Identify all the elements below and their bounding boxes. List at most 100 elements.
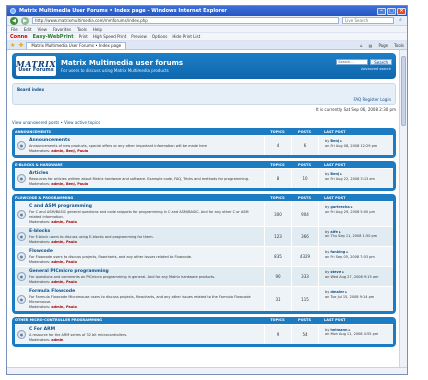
moderator-links[interactable]: admin, Paulo bbox=[51, 280, 77, 284]
forum-link[interactable]: C and ASM programming bbox=[29, 204, 262, 209]
moderator-links[interactable]: admin, Paulo bbox=[51, 260, 77, 264]
nav-links[interactable]: FAQ Register Login bbox=[353, 97, 391, 102]
maximize-button[interactable]: □ bbox=[387, 7, 396, 15]
view-links[interactable]: View unanswered posts • View active topi… bbox=[12, 120, 396, 125]
toolbar-hide-print-list[interactable]: Hide Print List bbox=[172, 34, 200, 39]
moderator-links[interactable]: admin, Paulo bbox=[51, 305, 77, 309]
forum-categories: ANNOUNCEMENTS TOPICS POSTS LAST POST ● Announ… bbox=[12, 128, 396, 348]
forum-read-icon: ● bbox=[17, 252, 26, 262]
last-post-date: Mon Aug 11, 2008 4:55 pm bbox=[330, 332, 379, 337]
last-post-author[interactable]: fanking bbox=[330, 250, 345, 254]
favorites-star-icon[interactable]: ★ bbox=[10, 42, 15, 49]
category-name[interactable]: E-BLOCKS & HARDWARE bbox=[15, 163, 264, 167]
moderator-links[interactable]: admin bbox=[51, 338, 63, 342]
posts-count: 115 bbox=[291, 287, 318, 311]
last-post-author[interactable]: alfe bbox=[330, 230, 337, 234]
last-post-author[interactable]: Benj bbox=[330, 139, 339, 143]
last-post-date: Wed Aug 27, 2008 9:15 am bbox=[330, 274, 379, 279]
posts-count: 6 bbox=[291, 136, 318, 156]
forum-header: MATRIX User Forums Matrix Multimedia use… bbox=[12, 53, 396, 79]
last-post-author[interactable]: steve bbox=[330, 270, 341, 274]
back-button[interactable]: ◀ bbox=[10, 16, 18, 25]
tools-menu[interactable]: Tools bbox=[394, 43, 407, 48]
last-post-column-header: LAST POST bbox=[324, 195, 346, 200]
last-post: by dmaler ▸ on Tue Jul 15, 2008 9:14 pm bbox=[318, 287, 393, 311]
forum-read-icon: ● bbox=[17, 294, 26, 304]
page-menu[interactable]: Page bbox=[378, 43, 391, 48]
search-icon[interactable]: ⌕ bbox=[397, 17, 404, 24]
forum-link[interactable]: Articles bbox=[29, 171, 262, 176]
category-name[interactable]: ANNOUNCEMENTS bbox=[15, 130, 264, 134]
toolbar-preview[interactable]: Preview bbox=[131, 34, 147, 39]
last-post-icon[interactable]: ▸ bbox=[339, 230, 341, 234]
last-post-author[interactable]: gartrecha bbox=[330, 205, 349, 209]
moderator-links[interactable]: admin, Benj, Paulo bbox=[51, 149, 88, 153]
forum-link[interactable]: Flowcode bbox=[29, 249, 262, 254]
toolbar-options[interactable]: Options bbox=[152, 34, 167, 39]
category-header: OTHER MICRO-CONTROLLER PROGRAMMING TOPICS… bbox=[15, 317, 393, 324]
topics-column-header: TOPICS bbox=[270, 129, 285, 134]
last-post-icon[interactable]: ▸ bbox=[345, 290, 347, 294]
last-post-date: Fri Aug 08, 2008 12:29 pm bbox=[330, 143, 378, 148]
forum-link[interactable]: General PICmicro programming bbox=[29, 269, 262, 274]
moderator-links[interactable]: admin, Paulo bbox=[51, 220, 77, 224]
menu-bar: File Edit View Favorites Tools Help bbox=[7, 26, 407, 33]
moderator-links[interactable]: admin, Paulo bbox=[51, 240, 77, 244]
posts-count: 54 bbox=[291, 324, 318, 345]
browser-search-input[interactable]: Live Search bbox=[342, 17, 394, 24]
last-post-icon[interactable]: ▸ bbox=[351, 205, 353, 209]
forum-link[interactable]: E-blocks bbox=[29, 229, 262, 234]
matrix-logo[interactable]: MATRIX User Forums bbox=[16, 56, 56, 76]
last-post-author[interactable]: heimann bbox=[330, 328, 347, 332]
category-name[interactable]: FLOWCODE & PROGRAMMING bbox=[15, 196, 264, 200]
topics-count: 31 bbox=[264, 287, 291, 311]
add-favorites-icon[interactable]: ✚ bbox=[18, 42, 23, 49]
menu-view[interactable]: View bbox=[37, 27, 47, 32]
scrollbar-thumb[interactable] bbox=[401, 56, 406, 126]
category-name[interactable]: OTHER MICRO-CONTROLLER PROGRAMMING bbox=[15, 318, 264, 322]
last-post-author[interactable]: dmaler bbox=[330, 290, 344, 294]
minimize-button[interactable]: – bbox=[377, 7, 386, 15]
forum-search-button[interactable]: Search bbox=[370, 59, 392, 65]
forum-link[interactable]: C For ARM bbox=[29, 327, 262, 332]
last-post-author[interactable]: Benj bbox=[330, 172, 339, 176]
tab-row: ★ ✚ Matrix Multimedia User Forums • Inde… bbox=[7, 41, 407, 50]
menu-edit[interactable]: Edit bbox=[24, 27, 32, 32]
last-post: by alfe ▸ on Thu Sep 11, 2008 1:50 pm bbox=[318, 226, 393, 247]
menu-file[interactable]: File bbox=[11, 27, 18, 32]
toolbar-high-speed-print[interactable]: High Speed Print bbox=[93, 34, 126, 39]
last-post-icon[interactable]: ▸ bbox=[340, 172, 342, 176]
address-bar[interactable]: http://www.matrixmultimedia.com/mmforums… bbox=[32, 17, 339, 24]
board-index-link[interactable]: Board index bbox=[17, 87, 44, 92]
forward-button[interactable]: ▶ bbox=[21, 16, 29, 25]
vertical-scrollbar[interactable] bbox=[399, 50, 407, 369]
forum-link[interactable]: Formula Flowcode bbox=[29, 289, 262, 294]
menu-tools[interactable]: Tools bbox=[77, 27, 87, 32]
forum-read-icon: ● bbox=[17, 141, 26, 151]
close-button[interactable]: × bbox=[397, 7, 406, 15]
forum-description: A resource for the ARM series of 32 bit … bbox=[29, 332, 128, 337]
tab-forum-index[interactable]: Matrix Multimedia User Forums • Index pa… bbox=[26, 41, 127, 49]
toolbar-brand-webprint[interactable]: Easy-WebPrint bbox=[33, 34, 74, 40]
print-icon[interactable]: ▤ bbox=[369, 43, 376, 48]
last-post-icon[interactable]: ▸ bbox=[346, 250, 348, 254]
toolbar-print[interactable]: Print bbox=[79, 34, 88, 39]
home-icon[interactable]: ⌂ bbox=[360, 43, 366, 48]
menu-favorites[interactable]: Favorites bbox=[53, 27, 71, 32]
menu-help[interactable]: Help bbox=[93, 27, 102, 32]
last-post-icon[interactable]: ▸ bbox=[340, 139, 342, 143]
forum-category: FLOWCODE & PROGRAMMING TOPICS POSTS LAST PO… bbox=[12, 194, 396, 314]
forum-category: E-BLOCKS & HARDWARE TOPICS POSTS LAST POST ●… bbox=[12, 161, 396, 192]
forum-moderators: Moderators: admin, Paulo bbox=[29, 280, 77, 285]
advanced-search-link[interactable]: Advanced search bbox=[361, 67, 391, 71]
forum-read-icon: ● bbox=[17, 272, 26, 282]
forum-search-input[interactable]: Search... bbox=[336, 59, 369, 65]
last-post-date: Fri Aug 29, 2008 5:00 pm bbox=[330, 209, 376, 214]
forum-title: Matrix Multimedia user forums bbox=[61, 59, 184, 67]
moderator-links[interactable]: admin, Benj, Paulo bbox=[51, 182, 88, 186]
forum-moderators: Moderators: admin, Benj, Paulo bbox=[29, 182, 89, 187]
last-post-column-header: LAST POST bbox=[324, 129, 346, 134]
last-post-icon[interactable]: ▸ bbox=[349, 328, 351, 332]
forum-link[interactable]: Announcements bbox=[29, 138, 262, 143]
last-post-icon[interactable]: ▸ bbox=[342, 270, 344, 274]
